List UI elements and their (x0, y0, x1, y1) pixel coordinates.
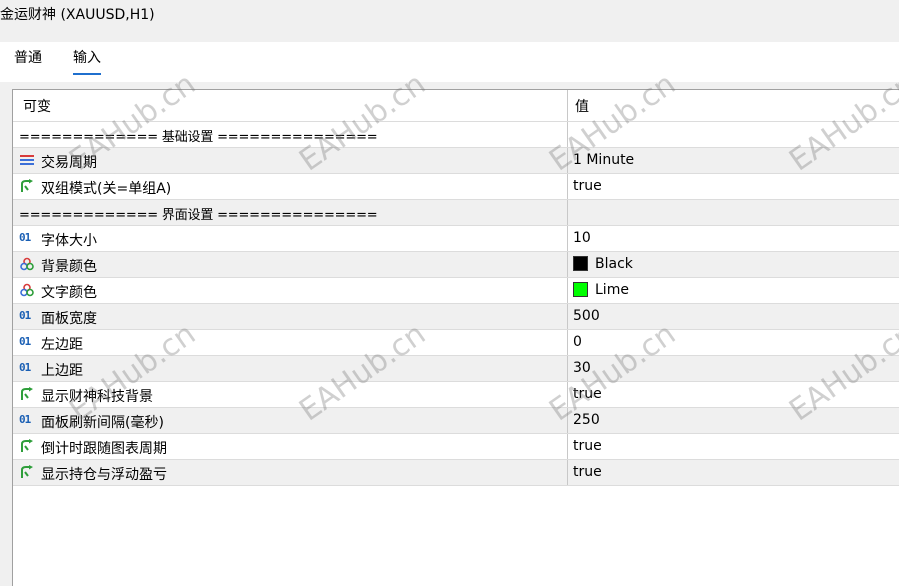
number-icon: 01 (19, 413, 31, 426)
param-label: 交易周期 (41, 155, 97, 171)
param-value[interactable]: true (573, 386, 602, 402)
param-value[interactable]: 250 (573, 412, 600, 428)
param-label: 显示财神科技背景 (41, 389, 153, 405)
param-value[interactable]: 10 (573, 230, 591, 246)
section-label: ============= 基础设置 =============== (19, 130, 378, 145)
param-value[interactable]: 0 (573, 334, 582, 350)
number-icon: 01 (19, 309, 31, 322)
tab-general[interactable]: 普通 (14, 47, 42, 67)
header-value-label: 值 (575, 99, 589, 115)
param-value[interactable]: Black (595, 256, 633, 272)
header-variable-col[interactable]: 可变 (13, 90, 567, 121)
section-label: ============= 界面设置 =============== (19, 208, 378, 223)
number-icon: 01 (19, 231, 31, 244)
window-title: 金运财神 (XAUUSD,H1) (0, 7, 155, 23)
param-label: 面板刷新间隔(毫秒) (41, 415, 164, 431)
param-row-show-background[interactable]: 显示财神科技背景 true (13, 382, 899, 408)
section-row-basic: ============= 基础设置 =============== (13, 122, 899, 148)
grid-header: 可变 值 (13, 90, 899, 122)
param-label: 左边距 (41, 337, 83, 353)
param-row-trade-period[interactable]: 交易周期 1 Minute (13, 148, 899, 174)
param-row-bg-color[interactable]: 背景颜色 Black (13, 252, 899, 278)
header-value-col[interactable]: 值 (567, 90, 899, 121)
param-value[interactable]: 1 Minute (573, 152, 634, 168)
param-row-countdown[interactable]: 倒计时跟随图表周期 true (13, 434, 899, 460)
param-value[interactable]: 500 (573, 308, 600, 324)
param-row-refresh-interval[interactable]: 01 面板刷新间隔(毫秒) 250 (13, 408, 899, 434)
param-label: 倒计时跟随图表周期 (41, 441, 167, 457)
tab-inputs[interactable]: 输入 (73, 47, 101, 75)
color-swatch-lime (573, 282, 588, 297)
properties-grid: 可变 值 ============= 基础设置 =============== … (13, 90, 899, 486)
header-variable-label: 可变 (23, 99, 51, 115)
enum-icon (19, 153, 35, 167)
param-label: 双组模式(关=单组A) (41, 181, 172, 197)
bool-arrow-icon (19, 179, 35, 193)
color-swatch-black (573, 256, 588, 271)
param-value[interactable]: true (573, 438, 602, 454)
color-icon (19, 283, 35, 297)
param-value[interactable]: true (573, 178, 602, 194)
tab-bar: 普通 输入 (0, 42, 899, 82)
bool-arrow-icon (19, 465, 35, 479)
bool-arrow-icon (19, 387, 35, 401)
param-row-panel-width[interactable]: 01 面板宽度 500 (13, 304, 899, 330)
param-label: 上边距 (41, 363, 83, 379)
section-value-cell (567, 200, 899, 225)
param-label: 显示持仓与浮动盈亏 (41, 467, 167, 483)
section-row-ui: ============= 界面设置 =============== (13, 200, 899, 226)
param-row-dual-group[interactable]: 双组模式(关=单组A) true (13, 174, 899, 200)
param-label: 背景颜色 (41, 259, 97, 275)
param-label: 面板宽度 (41, 311, 97, 327)
inputs-panel: 可变 值 ============= 基础设置 =============== … (12, 89, 899, 586)
bool-arrow-icon (19, 439, 35, 453)
number-icon: 01 (19, 361, 31, 374)
param-value[interactable]: 30 (573, 360, 591, 376)
param-row-show-positions[interactable]: 显示持仓与浮动盈亏 true (13, 460, 899, 486)
param-row-top-margin[interactable]: 01 上边距 30 (13, 356, 899, 382)
param-label: 字体大小 (41, 233, 97, 249)
param-row-left-margin[interactable]: 01 左边距 0 (13, 330, 899, 356)
color-icon (19, 257, 35, 271)
number-icon: 01 (19, 335, 31, 348)
title-bar: 金运财神 (XAUUSD,H1) (0, 0, 899, 42)
param-label: 文字颜色 (41, 285, 97, 301)
section-value-cell (567, 122, 899, 147)
param-value[interactable]: true (573, 464, 602, 480)
param-row-text-color[interactable]: 文字颜色 Lime (13, 278, 899, 304)
param-row-font-size[interactable]: 01 字体大小 10 (13, 226, 899, 252)
param-value[interactable]: Lime (595, 282, 629, 298)
